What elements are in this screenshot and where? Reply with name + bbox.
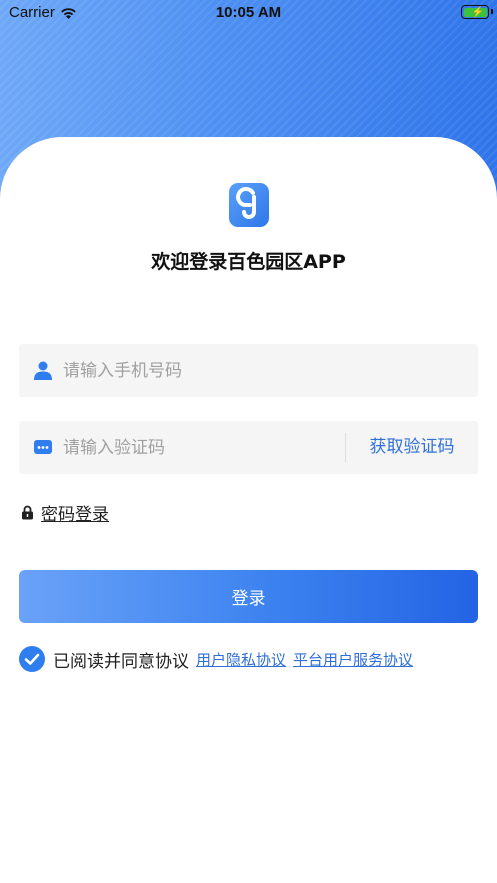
phone-input[interactable]: [63, 344, 343, 397]
page-title: 欢迎登录百色园区APP: [151, 251, 346, 273]
privacy-policy-link[interactable]: 用户隐私协议: [196, 649, 286, 670]
checkmark-icon: [24, 653, 40, 665]
agree-checkbox[interactable]: [19, 646, 45, 672]
lock-icon: [22, 505, 33, 520]
password-login-link[interactable]: 密码登录: [21, 500, 109, 525]
charging-bolt-icon: ⚡: [471, 6, 484, 18]
phone-field: [19, 344, 478, 397]
keyboard-icon: [34, 440, 52, 454]
code-input[interactable]: [63, 421, 343, 474]
status-bar: Carrier 10:05 AM ⚡: [0, 0, 497, 26]
get-code-button[interactable]: 获取验证码: [346, 421, 478, 474]
battery-icon: ⚡: [461, 5, 489, 19]
service-agreement-link[interactable]: 平台用户服务协议: [293, 649, 413, 670]
login-button[interactable]: 登录: [19, 570, 478, 623]
user-icon: [34, 361, 52, 380]
agreement-text: 已阅读并同意协议: [53, 651, 189, 672]
battery-level: ⚡: [463, 6, 487, 18]
status-time: 10:05 AM: [215, 4, 282, 21]
code-field: 获取验证码: [19, 421, 478, 474]
app-logo-icon: [229, 183, 269, 227]
password-login-label: 密码登录: [41, 505, 109, 525]
agreement-row: 已阅读并同意协议 用户隐私协议 平台用户服务协议: [19, 646, 413, 672]
battery-tip: [491, 9, 493, 14]
